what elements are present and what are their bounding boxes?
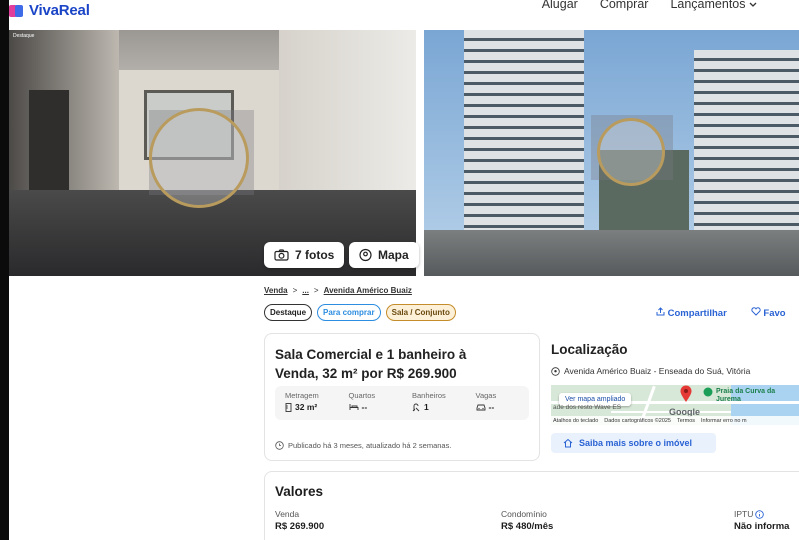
ruler-icon [285,402,292,412]
listing-title: Sala Comercial e 1 banheiro à Venda, 32 … [275,347,467,381]
place-marker-icon [703,387,713,397]
value-iptu: IPTU Não informa [734,509,789,532]
value-amount: R$ 269.900 [275,521,325,532]
map-button[interactable]: Mapa [349,242,419,268]
tag-sala-conjunto: Sala / Conjunto [385,304,456,321]
location-address-text: Avenida Américo Buaiz - Enseada do Suá, … [564,366,751,376]
attr-label: Vagas [475,391,497,400]
site-header: VivaReal Alugar Comprar Lançamentos [9,0,799,20]
top-nav: Alugar Comprar Lançamentos [542,0,757,11]
map-footer-report[interactable]: Informar erro no m [701,418,747,424]
breadcrumb-venda[interactable]: Venda [264,286,288,295]
map-side-label: ade dos resto Wave ES [553,404,622,411]
attr-value: -- [488,402,495,412]
info-icon[interactable] [755,509,765,519]
window-edge [0,0,9,540]
vivareal-logo[interactable]: VivaReal [9,2,90,19]
nav-lancamentos-label: Lançamentos [670,0,746,11]
photo-gallery: Destaque 7 fotos Mapa [9,30,799,276]
attr-label: Metragem [285,391,319,400]
value-label: Condomínio [501,509,547,519]
breadcrumb-ellipsis[interactable]: ... [302,286,309,295]
location-pin-icon [551,366,560,376]
more-about-property-button[interactable]: Saiba mais sobre o imóvel [551,433,716,453]
breadcrumb-separator: > [313,286,319,295]
value-label: IPTU [734,509,754,519]
attr-value: 1 [424,402,429,412]
map-footer-shortcuts[interactable]: Atalhos do teclado [553,418,598,424]
attr-metragem: Metragem 32 m² [275,386,339,420]
share-button[interactable]: Compartilhar [656,307,727,319]
location-map[interactable]: Ver mapa ampliado Praia da Curva da Jure… [551,385,799,425]
value-venda: Venda R$ 269.900 [275,509,324,532]
listing-actions: Compartilhar Favo [656,307,786,319]
nav-lancamentos[interactable]: Lançamentos [670,0,757,11]
published-info: Publicado há 3 meses, atualizado há 2 se… [275,441,451,450]
values-card: Valores Venda R$ 269.900 Condomínio R$ 4… [264,471,799,540]
watermark-logo [149,108,249,208]
logo-text: VivaReal [29,2,90,19]
photos-button[interactable]: 7 fotos [264,242,345,268]
map-marker-icon [680,385,692,402]
value-label: Venda [275,509,300,519]
attr-label: Quartos [348,391,376,400]
photos-button-label: 7 fotos [295,248,335,262]
map-place-label: Praia da Curva da Jurema [716,388,776,403]
photo-interior[interactable]: Destaque [9,30,416,276]
listing-summary-card: Sala Comercial e 1 banheiro à Venda, 32 … [264,333,540,461]
attr-vagas: Vagas -- [466,386,530,420]
logo-mark-icon [9,4,25,17]
attr-value: -- [361,402,368,412]
location-title: Localização [551,342,628,357]
published-text: Publicado há 3 meses, atualizado há 2 se… [288,441,452,450]
map-footer: Atalhos do teclado Dados cartográficos ©… [551,416,799,425]
location-address: Avenida Américo Buaiz - Enseada do Suá, … [551,366,750,376]
listing-attributes: Metragem 32 m² Quartos -- Banheiros 1 Va… [275,386,529,420]
listing-tags: Destaque Para comprar Sala / Conjunto [264,304,456,321]
nav-comprar[interactable]: Comprar [600,0,649,11]
share-icon [656,307,665,316]
value-amount: R$ 480/mês [501,521,554,532]
chevron-down-icon [749,2,757,7]
bed-icon [349,404,358,410]
photo-building[interactable] [424,30,799,276]
car-icon [476,404,485,411]
breadcrumb-separator: > [292,286,298,295]
favorite-label: Favo [763,308,786,319]
tag-destaque: Destaque [264,304,313,321]
map-footer-terms[interactable]: Termos [677,418,695,424]
share-label: Compartilhar [667,308,727,319]
attr-quartos: Quartos -- [339,386,403,420]
clock-icon [275,441,284,450]
watermark-logo [597,118,665,186]
value-condominio: Condomínio R$ 480/mês [501,509,553,532]
values-title: Valores [275,484,324,499]
attr-label: Banheiros [412,391,446,400]
attr-value: 32 m² [295,402,318,412]
nav-alugar[interactable]: Alugar [542,0,578,11]
camera-icon [274,249,289,261]
breadcrumb: Venda > ... > Avenida Américo Buaiz [264,286,412,295]
shower-icon [412,403,420,411]
heart-icon [751,307,761,316]
favorite-button[interactable]: Favo [751,307,786,319]
map-footer-data: Dados cartográficos ©2025 [604,417,671,424]
attr-banheiros: Banheiros 1 [402,386,466,420]
location-pin-icon [359,248,372,262]
breadcrumb-street[interactable]: Avenida Américo Buaiz [324,286,412,295]
more-about-property-label: Saiba mais sobre o imóvel [579,438,693,448]
home-icon [563,438,573,448]
map-button-label: Mapa [378,248,409,262]
value-amount: Não informa [734,521,790,532]
tag-para-comprar: Para comprar [317,304,381,321]
photo-small-tag: Destaque [13,33,35,39]
